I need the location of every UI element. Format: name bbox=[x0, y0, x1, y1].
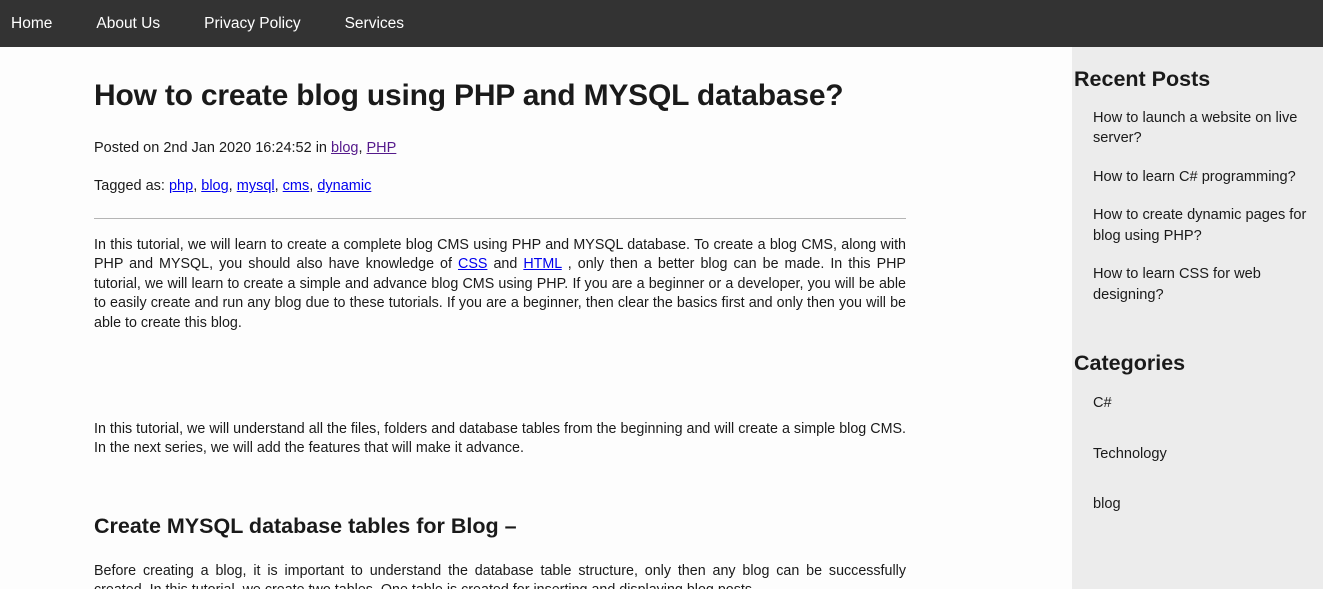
list-item: C# bbox=[1074, 393, 1309, 414]
post-category-link-blog[interactable]: blog bbox=[331, 140, 358, 156]
content-wrapper: How to create blog using PHP and MYSQL d… bbox=[0, 47, 1323, 589]
tag-link-dynamic[interactable]: dynamic bbox=[317, 178, 371, 194]
inline-link-css[interactable]: CSS bbox=[458, 256, 487, 272]
posted-on-text: Posted on 2nd Jan 2020 16:24:52 in bbox=[94, 140, 332, 156]
post-meta-posted: Posted on 2nd Jan 2020 16:24:52 in blog,… bbox=[94, 138, 906, 158]
main-navigation: Home About Us Privacy Policy Services bbox=[0, 0, 1323, 47]
post-category-link-php[interactable]: PHP bbox=[367, 140, 397, 156]
content-divider bbox=[94, 217, 906, 219]
nav-item-services[interactable]: Services bbox=[345, 0, 424, 47]
inline-link-html[interactable]: HTML bbox=[523, 256, 561, 272]
post-paragraph-1: In this tutorial, we will learn to creat… bbox=[94, 236, 906, 334]
page-title: How to create blog using PHP and MYSQL d… bbox=[94, 79, 844, 112]
categories-list: C# Technology blog bbox=[1074, 393, 1309, 515]
tagged-as-text: Tagged as: bbox=[94, 178, 169, 195]
posted-separator: , bbox=[358, 140, 367, 156]
list-item: How to learn C# programming? bbox=[1074, 167, 1309, 188]
post-meta-tags: Tagged as: php, blog, mysql, cms, dynami… bbox=[94, 176, 906, 196]
sidebar-heading-categories: Categories bbox=[1074, 351, 1186, 376]
category-link-technology[interactable]: Technology bbox=[1074, 444, 1309, 465]
post-paragraph-3: Before creating a blog, it is important … bbox=[94, 562, 906, 589]
list-item: Technology bbox=[1074, 444, 1309, 465]
tag-link-mysql[interactable]: mysql bbox=[237, 178, 275, 194]
recent-post-link-css-web-designing[interactable]: How to learn CSS for web designing? bbox=[1074, 264, 1309, 305]
main-content: How to create blog using PHP and MYSQL d… bbox=[0, 47, 1072, 589]
list-item: blog bbox=[1074, 494, 1309, 515]
recent-posts-list: How to launch a website on live server? … bbox=[1074, 108, 1309, 306]
category-link-blog[interactable]: blog bbox=[1074, 494, 1309, 515]
tag-separator-3: , bbox=[274, 178, 283, 195]
nav-item-privacy-policy[interactable]: Privacy Policy bbox=[204, 0, 320, 47]
blog-post: How to create blog using PHP and MYSQL d… bbox=[0, 47, 1072, 589]
nav-item-about-us[interactable]: About Us bbox=[96, 0, 180, 47]
list-item: How to learn CSS for web designing? bbox=[1074, 264, 1309, 305]
section-heading-database-tables: Create MYSQL database tables for Blog – bbox=[94, 513, 517, 538]
category-link-csharp[interactable]: C# bbox=[1074, 393, 1309, 414]
tag-link-cms[interactable]: cms bbox=[283, 178, 310, 194]
list-item: How to launch a website on live server? bbox=[1074, 108, 1309, 149]
post-paragraph-2: In this tutorial, we will understand all… bbox=[94, 420, 906, 457]
page-root: Home About Us Privacy Policy Services Ho… bbox=[0, 0, 1323, 589]
recent-post-link-csharp-programming[interactable]: How to learn C# programming? bbox=[1074, 167, 1309, 188]
tag-separator-2: , bbox=[228, 178, 237, 195]
list-item: How to create dynamic pages for blog usi… bbox=[1074, 205, 1309, 246]
recent-post-link-dynamic-pages[interactable]: How to create dynamic pages for blog usi… bbox=[1074, 205, 1309, 246]
paragraph-1-part-2: and bbox=[487, 256, 524, 273]
recent-post-link-launch-website[interactable]: How to launch a website on live server? bbox=[1074, 108, 1309, 149]
tag-link-blog[interactable]: blog bbox=[201, 178, 228, 194]
tag-link-php[interactable]: php bbox=[169, 178, 193, 194]
sidebar-heading-recent-posts: Recent Posts bbox=[1074, 67, 1211, 91]
nav-item-home[interactable]: Home bbox=[11, 0, 72, 47]
sidebar: Recent Posts How to launch a website on … bbox=[1072, 47, 1323, 589]
